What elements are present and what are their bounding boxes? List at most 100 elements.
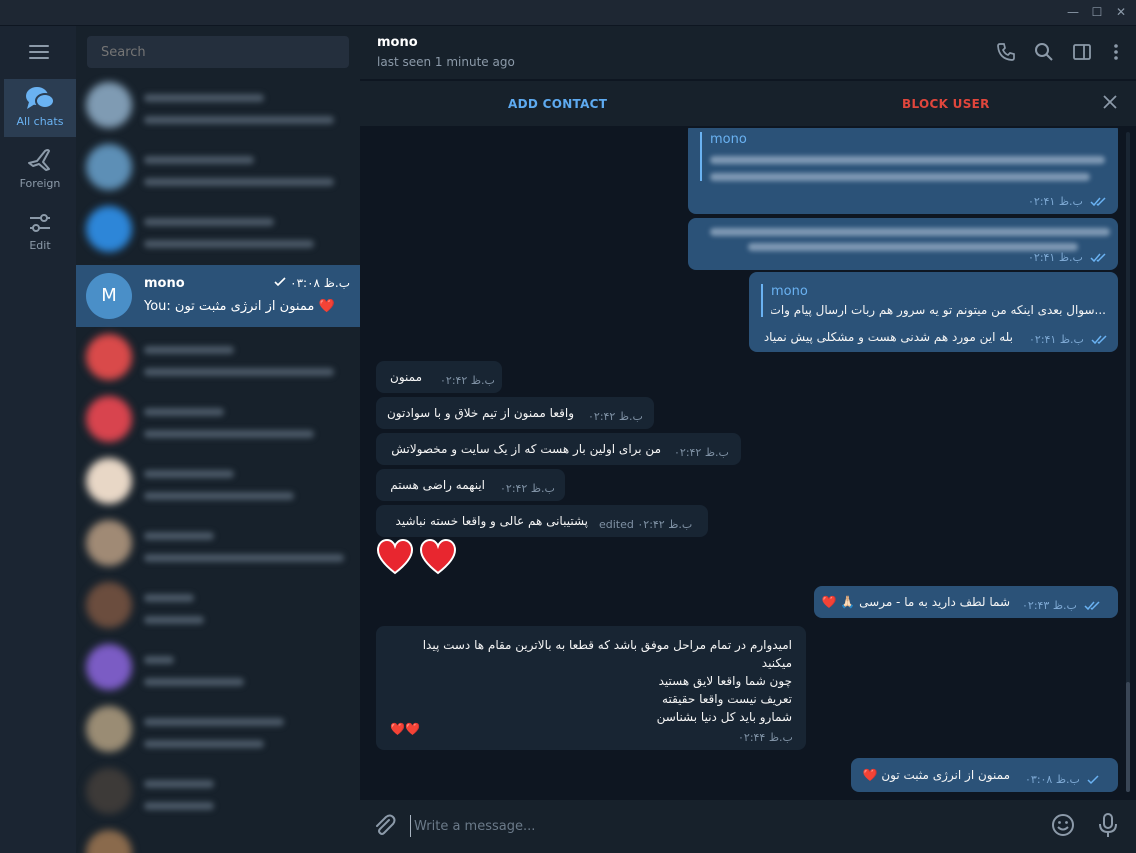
avatar	[86, 582, 132, 628]
message-outgoing[interactable]: mono ب.ظ ۰۲:۴۱	[688, 128, 1118, 214]
message-meta: ب.ظ ۰۳:۰۸	[1025, 773, 1101, 786]
message-line: چون شما واقعا لایق هستید	[658, 674, 792, 688]
window-titlebar: — ☐ ✕	[0, 0, 1136, 26]
scrollbar-thumb[interactable]	[1126, 682, 1130, 792]
message-outgoing[interactable]: mono ...سوال بعدی اینکه من میتونم تو یه …	[749, 272, 1118, 352]
folder-all-chats[interactable]: All chats	[4, 79, 76, 137]
chat-row-blurred[interactable]	[76, 198, 360, 260]
chat-row-blurred[interactable]	[76, 698, 360, 760]
chat-row-blurred[interactable]	[76, 512, 360, 574]
message-meta: ب.ظ ۰۲:۴۳	[1022, 599, 1102, 612]
message-incoming[interactable]: پشتیبانی هم عالی و واقعا خسته نباشید edi…	[376, 505, 708, 537]
folder-edit[interactable]: Edit	[4, 203, 76, 261]
message-outgoing[interactable]: شما لطف دارید به ما - مرسی 🙏🏻 ❤️ ب.ظ ۰۲:…	[814, 586, 1118, 618]
message-input[interactable]	[410, 815, 1050, 837]
maximize-button[interactable]: ☐	[1088, 4, 1106, 20]
heart-icon	[420, 538, 457, 575]
message-time: ب.ظ ۰۲:۴۱	[1029, 333, 1084, 346]
message-text: ممنون از انرژی مثبت تون ❤️	[862, 768, 1010, 782]
message-text: من برای اولین بار هست که از یک سایت و مخ…	[391, 442, 661, 456]
blurred-text	[144, 178, 334, 186]
avatar	[86, 520, 132, 566]
blurred-text	[144, 408, 224, 416]
folder-foreign[interactable]: Foreign	[4, 141, 76, 199]
blurred-text	[710, 156, 1105, 164]
peer-status: last seen 1 minute ago	[377, 55, 515, 69]
read-double-check-icon	[1091, 335, 1107, 345]
chat-row-blurred[interactable]	[76, 760, 360, 822]
message-line: تعریف نیست واقعا حقیقته	[662, 692, 792, 706]
chat-row-blurred[interactable]	[76, 326, 360, 388]
message-incoming[interactable]: اینهمه راضی هستم ب.ظ ۰۲:۴۲	[376, 469, 565, 501]
microphone-icon[interactable]	[1098, 812, 1118, 838]
message-history[interactable]: mono ب.ظ ۰۲:۴۱ ب.ظ ۰۲:۴۱ mono ...سوال بع…	[360, 128, 1136, 800]
blurred-text	[144, 656, 174, 664]
blurred-text	[144, 554, 344, 562]
attach-icon[interactable]	[372, 812, 396, 838]
chat-row-blurred[interactable]	[76, 574, 360, 636]
message-outgoing[interactable]: ممنون از انرژی مثبت تون ❤️ ب.ظ ۰۳:۰۸	[851, 758, 1118, 792]
message-outgoing[interactable]: ب.ظ ۰۲:۴۱	[688, 218, 1118, 270]
search-input[interactable]	[87, 36, 349, 68]
close-icon[interactable]	[1102, 94, 1118, 110]
quote-author: mono	[710, 132, 747, 147]
peer-name[interactable]: mono	[377, 35, 418, 50]
folder-label: Edit	[29, 239, 51, 252]
scrollbar[interactable]	[1126, 132, 1130, 792]
message-incoming[interactable]: امیدوارم در تمام مراحل موفق باشد که قطعا…	[376, 626, 806, 750]
folder-label: All chats	[16, 115, 64, 128]
message-incoming[interactable]: من برای اولین بار هست که از یک سایت و مخ…	[376, 433, 741, 465]
read-double-check-icon	[1084, 601, 1100, 611]
add-contact-button[interactable]: ADD CONTACT	[508, 97, 607, 111]
contact-action-bar: ADD CONTACT BLOCK USER	[360, 81, 1136, 127]
read-double-check-icon	[1090, 253, 1106, 263]
close-window-button[interactable]: ✕	[1112, 4, 1130, 20]
reply-quote[interactable]: mono ...سوال بعدی اینکه من میتونم تو یه …	[761, 284, 1106, 317]
avatar	[86, 644, 132, 690]
avatar	[86, 144, 132, 190]
message-time: ب.ظ ۰۲:۴۴	[738, 731, 793, 744]
blurred-text	[144, 532, 214, 540]
chat-row-blurred[interactable]	[76, 74, 360, 136]
blurred-text	[144, 346, 234, 354]
chat-panel: mono last seen 1 minute ago ADD CONTACT …	[360, 26, 1136, 853]
message-line: امیدوارم در تمام مراحل موفق باشد که قطعا…	[422, 638, 792, 652]
more-vertical-icon[interactable]	[1110, 42, 1122, 62]
emoji-icon[interactable]	[1050, 812, 1076, 838]
message-text: شما لطف دارید به ما - مرسی 🙏🏻 ❤️	[821, 595, 1010, 609]
chat-row-blurred[interactable]	[76, 388, 360, 450]
block-user-button[interactable]: BLOCK USER	[902, 97, 990, 111]
chat-row-blurred[interactable]	[76, 636, 360, 698]
chat-row-blurred[interactable]	[76, 450, 360, 512]
message-meta: ب.ظ ۰۲:۴۱	[1028, 251, 1108, 264]
chat-row-blurred[interactable]	[76, 822, 360, 853]
avatar: M	[86, 273, 132, 319]
menu-icon[interactable]	[29, 45, 49, 63]
message-incoming[interactable]: ممنون ب.ظ ۰۲:۴۲	[376, 361, 502, 393]
reply-quote[interactable]: mono	[700, 132, 1105, 181]
avatar	[86, 396, 132, 442]
message-time: ب.ظ ۰۲:۴۲	[588, 410, 643, 423]
chat-row-mono[interactable]: M mono ب.ظ ۰۳:۰۸ You: ممنون از انرژی مثب…	[76, 265, 360, 327]
chat-row-blurred[interactable]	[76, 136, 360, 198]
phone-icon[interactable]	[996, 42, 1016, 62]
message-text: امیدوارم در تمام مراحل موفق باشد که قطعا…	[392, 636, 792, 726]
blurred-text	[144, 240, 314, 248]
message-meta: ب.ظ ۰۲:۴۱	[1029, 333, 1109, 346]
minimize-button[interactable]: —	[1064, 4, 1082, 20]
chat-time: ب.ظ ۰۳:۰۸	[274, 276, 350, 290]
sidebar-toggle-icon[interactable]	[1072, 42, 1092, 62]
blurred-text	[144, 156, 254, 164]
blurred-text	[748, 243, 1078, 251]
blurred-text	[144, 802, 214, 810]
message-incoming[interactable]: واقعا ممنون از تیم خلاق و با سوادتون ب.ظ…	[376, 397, 654, 429]
avatar	[86, 82, 132, 128]
chat-name: mono	[144, 276, 185, 291]
emoji-hearts-message[interactable]	[376, 538, 457, 580]
blurred-text	[144, 678, 244, 686]
blurred-text	[144, 616, 204, 624]
avatar	[86, 768, 132, 814]
search-icon[interactable]	[1034, 42, 1054, 62]
blurred-text	[144, 116, 334, 124]
message-time: ب.ظ ۰۳:۰۸	[1025, 773, 1080, 786]
